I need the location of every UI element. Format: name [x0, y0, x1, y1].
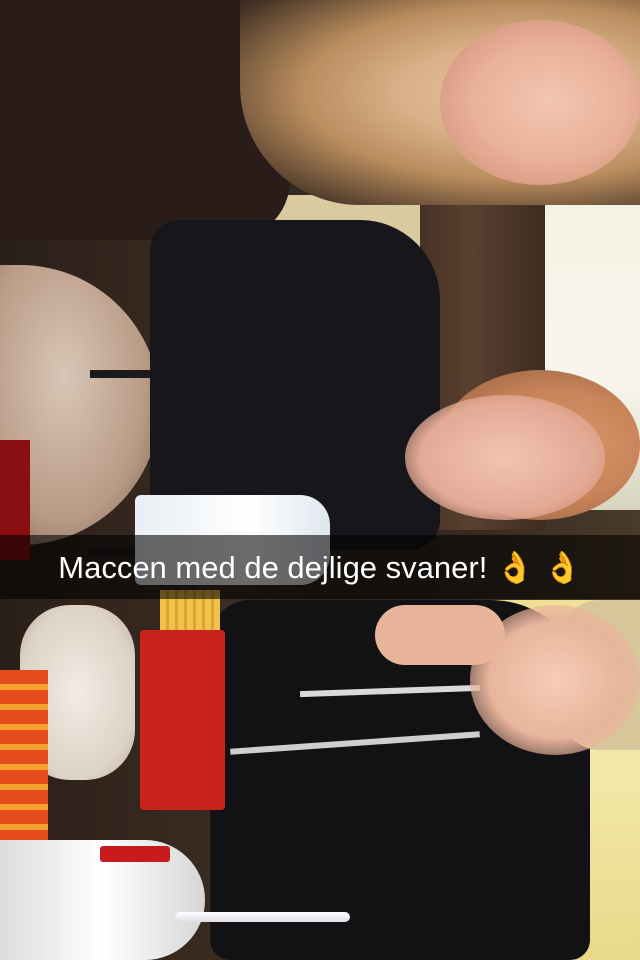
person-top-face — [440, 20, 640, 185]
person-middle-face — [405, 395, 605, 520]
cup-logo — [100, 846, 170, 862]
caption-text: Maccen med de dejlige svaner! 👌 👌 — [58, 549, 582, 585]
photo-snap: Maccen med de dejlige svaner! 👌 👌 — [0, 0, 640, 960]
hand — [375, 605, 505, 665]
caption-bar: Maccen med de dejlige svaner! 👌 👌 — [0, 535, 640, 599]
fries-box — [140, 630, 225, 810]
straw — [175, 912, 350, 922]
